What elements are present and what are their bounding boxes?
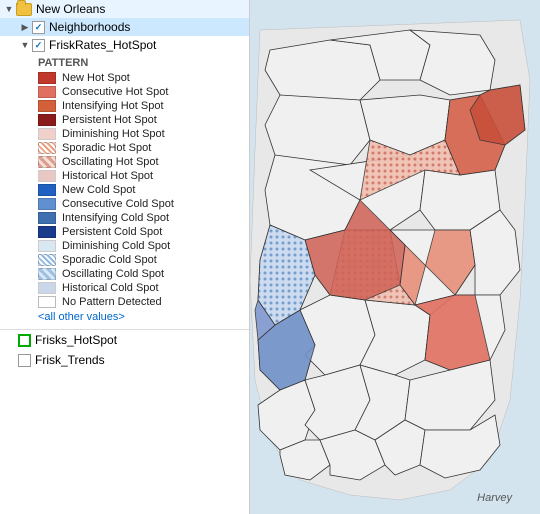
checkbox-neighborhoods[interactable] <box>32 21 45 34</box>
legend-historical-hot: Historical Hot Spot <box>38 169 249 183</box>
legend-label-no-pattern: No Pattern Detected <box>62 296 162 308</box>
legend-new-cold: New Cold Spot <box>38 183 249 197</box>
legend-consec-hot: Consecutive Hot Spot <box>38 85 249 99</box>
frisk-trends-label: Frisk_Trends <box>35 353 105 367</box>
swatch-consec-hot <box>38 86 56 98</box>
harvey-label: Harvey <box>477 492 512 504</box>
map-svg <box>250 0 540 514</box>
swatch-oscillating-cold <box>38 268 56 280</box>
frisks-hotspot-label: Frisks_HotSpot <box>35 333 117 347</box>
map-panel[interactable]: Harvey <box>250 0 540 514</box>
legend-label-new-hot: New Hot Spot <box>62 72 130 84</box>
legend-intensify-hot: Intensifying Hot Spot <box>38 99 249 113</box>
legend-label-consec-cold: Consecutive Cold Spot <box>62 198 174 210</box>
swatch-dim-hot <box>38 128 56 140</box>
layer-neighborhoods[interactable]: ▶ Neighborhoods <box>0 18 249 36</box>
layer-friskrates[interactable]: ▼ FriskRates_HotSpot <box>0 36 249 54</box>
swatch-persist-hot <box>38 114 56 126</box>
legend-label-historical-hot: Historical Hot Spot <box>62 170 153 182</box>
folder-icon-root <box>16 3 32 16</box>
legend-label-intensify-cold: Intensifying Cold Spot <box>62 212 169 224</box>
legend-historical-cold: Historical Cold Spot <box>38 281 249 295</box>
legend-oscillating-cold: Oscillating Cold Spot <box>38 267 249 281</box>
legend-label-historical-cold: Historical Cold Spot <box>62 282 159 294</box>
legend-label-oscillating-hot: Oscillating Hot Spot <box>62 156 159 168</box>
legend-sporadic-cold: Sporadic Cold Spot <box>38 253 249 267</box>
swatch-historical-hot <box>38 170 56 182</box>
pattern-section: PATTERN New Hot Spot Consecutive Hot Spot… <box>0 54 249 325</box>
bottom-layers: Frisks_HotSpot Frisk_Trends <box>0 329 249 370</box>
legend-persist-cold: Persistent Cold Spot <box>38 225 249 239</box>
expand-arrow-root[interactable]: ▼ <box>2 4 16 14</box>
legend-consec-cold: Consecutive Cold Spot <box>38 197 249 211</box>
swatch-no-pattern <box>38 296 56 308</box>
legend-dim-hot: Diminishing Hot Spot <box>38 127 249 141</box>
legend-label-persist-hot: Persistent Hot Spot <box>62 114 157 126</box>
legend-label-dim-cold: Diminishing Cold Spot <box>62 240 170 252</box>
checkbox-frisk-trends[interactable] <box>18 354 31 367</box>
neighborhoods-label: Neighborhoods <box>49 20 130 34</box>
legend-label-sporadic-cold: Sporadic Cold Spot <box>62 254 157 266</box>
swatch-new-hot <box>38 72 56 84</box>
swatch-sporadic-cold <box>38 254 56 266</box>
legend-label-sporadic-hot: Sporadic Hot Spot <box>62 142 151 154</box>
swatch-new-cold <box>38 184 56 196</box>
legend-new-hot: New Hot Spot <box>38 71 249 85</box>
legend-label-oscillating-cold: Oscillating Cold Spot <box>62 268 164 280</box>
swatch-dim-cold <box>38 240 56 252</box>
root-label: New Orleans <box>36 2 105 16</box>
legend-label-dim-hot: Diminishing Hot Spot <box>62 128 165 140</box>
pattern-header: PATTERN <box>38 54 249 71</box>
swatch-intensify-cold <box>38 212 56 224</box>
green-border-icon-frisks <box>18 334 31 347</box>
swatch-intensify-hot <box>38 100 56 112</box>
legend-label-persist-cold: Persistent Cold Spot <box>62 226 162 238</box>
legend-label-consec-hot: Consecutive Hot Spot <box>62 86 168 98</box>
swatch-consec-cold <box>38 198 56 210</box>
checkbox-friskrates[interactable] <box>32 39 45 52</box>
swatch-historical-cold <box>38 282 56 294</box>
legend-label-intensify-hot: Intensifying Hot Spot <box>62 100 164 112</box>
expand-arrow-friskrates[interactable]: ▼ <box>18 40 32 50</box>
legend-no-pattern: No Pattern Detected <box>38 295 249 309</box>
swatch-oscillating-hot <box>38 156 56 168</box>
expand-arrow-neighborhoods[interactable]: ▶ <box>18 22 32 33</box>
legend-intensify-cold: Intensifying Cold Spot <box>38 211 249 225</box>
legend-sporadic-hot: Sporadic Hot Spot <box>38 141 249 155</box>
swatch-sporadic-hot <box>38 142 56 154</box>
swatch-persist-cold <box>38 226 56 238</box>
legend-dim-cold: Diminishing Cold Spot <box>38 239 249 253</box>
legend-oscillating-hot: Oscillating Hot Spot <box>38 155 249 169</box>
layer-frisk-trends[interactable]: Frisk_Trends <box>0 350 249 370</box>
layer-frisks-hotspot[interactable]: Frisks_HotSpot <box>0 330 249 350</box>
friskrates-label: FriskRates_HotSpot <box>49 38 156 52</box>
legend-label-new-cold: New Cold Spot <box>62 184 135 196</box>
all-other-values[interactable]: <all other values> <box>38 309 249 325</box>
legend-list: New Hot Spot Consecutive Hot Spot Intensif… <box>38 71 249 309</box>
legend-persist-hot: Persistent Hot Spot <box>38 113 249 127</box>
layer-panel: ▼ New Orleans ▶ Neighborhoods ▼ FriskRat… <box>0 0 250 514</box>
root-folder[interactable]: ▼ New Orleans <box>0 0 249 18</box>
